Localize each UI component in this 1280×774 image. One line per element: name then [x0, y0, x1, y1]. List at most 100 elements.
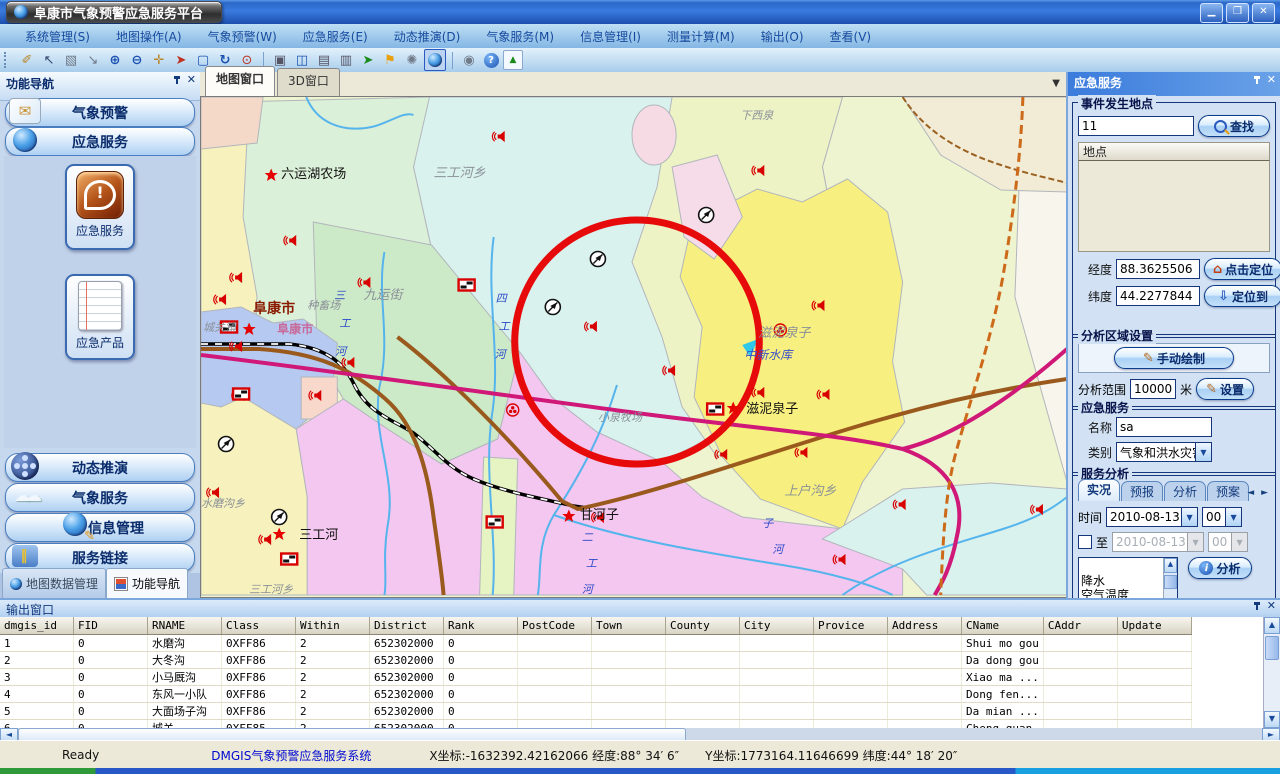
table-row[interactable]: 50大面场子沟0XFF8626523020000Da mian ...: [0, 703, 1191, 720]
nav-group-weather-service[interactable]: ☁☁ 气象服务: [5, 483, 195, 512]
column-header[interactable]: dmgis_id: [0, 617, 74, 635]
menu-item[interactable]: 气象服务(M): [473, 25, 567, 48]
table-row[interactable]: 40东风一小队0XFF8626523020000Dong fen...: [0, 686, 1191, 703]
tab-function-nav[interactable]: 功能导航: [106, 568, 188, 598]
globe-services-icon[interactable]: [424, 49, 446, 71]
date-from-dropdown[interactable]: 2010-08-13 ▼: [1106, 507, 1198, 527]
visibility-eye-icon[interactable]: ◉: [459, 50, 479, 70]
tab-analysis[interactable]: 分析: [1164, 481, 1206, 501]
nav-group-info-management[interactable]: 信息管理: [5, 513, 195, 542]
location-list-header[interactable]: 地点: [1078, 142, 1270, 161]
map-canvas[interactable]: 六运湖农场 三工河乡 下西泉 九运街 阜康市 城关镇 阜康市 种畜场 滋泥泉子 …: [200, 96, 1068, 598]
menu-item[interactable]: 输出(O): [748, 25, 817, 48]
table-row[interactable]: 10水磨沟0XFF8626523020000Shui mo gou: [0, 635, 1191, 652]
column-header[interactable]: FID: [74, 617, 148, 635]
factor-list[interactable]: ▲ 降水空气温度: [1078, 557, 1178, 603]
pan-select-icon[interactable]: ↘: [83, 50, 103, 70]
column-header[interactable]: CAddr: [1043, 617, 1117, 635]
measure-icon[interactable]: ✐: [17, 50, 37, 70]
pin-icon[interactable]: [173, 75, 181, 85]
location-search-input[interactable]: [1078, 116, 1194, 136]
location-list[interactable]: [1078, 161, 1270, 252]
close-icon[interactable]: ✕: [1267, 75, 1276, 85]
tab-plan[interactable]: 预案: [1207, 481, 1249, 501]
column-header[interactable]: District: [370, 617, 444, 635]
help-icon[interactable]: ?: [481, 50, 501, 70]
set-range-button[interactable]: ✎ 设置: [1196, 378, 1254, 400]
print-icon[interactable]: ▤: [314, 50, 334, 70]
longitude-input[interactable]: [1116, 259, 1200, 279]
close-button[interactable]: ✕: [1252, 3, 1275, 23]
close-icon[interactable]: ✕: [187, 75, 196, 85]
tab-forecast[interactable]: 预报: [1121, 481, 1163, 501]
map-image-icon[interactable]: ◫: [292, 50, 312, 70]
pan-icon[interactable]: ✛: [149, 50, 169, 70]
scrollbar-thumb[interactable]: [1265, 636, 1279, 660]
nav-group-emergency-service[interactable]: 应急服务: [5, 127, 195, 156]
menu-item[interactable]: 应急服务(E): [290, 25, 381, 48]
factor-list-scrollbar[interactable]: ▲: [1163, 558, 1177, 602]
service-name-input[interactable]: [1116, 417, 1212, 437]
tab-map-data-management[interactable]: 地图数据管理: [2, 568, 106, 598]
marquee-select-icon[interactable]: ▧: [61, 50, 81, 70]
table-row[interactable]: 60城关0XFF8526523020000Cheng guan: [0, 720, 1191, 729]
menu-item[interactable]: 动态推演(D): [381, 25, 474, 48]
tab-scroll-arrows[interactable]: ◄ ►: [1247, 488, 1270, 498]
chevron-down-icon[interactable]: ▼: [1052, 78, 1060, 89]
to-date-checkbox[interactable]: [1078, 535, 1092, 549]
print-preview-icon[interactable]: ▥: [336, 50, 356, 70]
layer-tree-icon[interactable]: ▲: [503, 50, 523, 70]
zoom-in-icon[interactable]: ⊕: [105, 50, 125, 70]
find-button[interactable]: 查找: [1198, 115, 1270, 137]
column-header[interactable]: Within: [296, 617, 370, 635]
identify-icon[interactable]: ➤: [358, 50, 378, 70]
manual-draw-button[interactable]: ✎ 手动绘制: [1114, 347, 1234, 369]
column-header[interactable]: Provice: [814, 617, 888, 635]
goto-location-button[interactable]: ⇩ 定位到: [1204, 285, 1280, 307]
column-header[interactable]: Address: [888, 617, 962, 635]
menu-item[interactable]: 查看(V): [817, 25, 885, 48]
pin-icon[interactable]: [1253, 601, 1261, 611]
analysis-range-input[interactable]: [1130, 379, 1176, 399]
chevron-down-icon[interactable]: ▼: [1195, 443, 1211, 461]
scroll-down-icon[interactable]: ▼: [1264, 711, 1280, 728]
nav-group-weather-warning[interactable]: ✉ 气象预警: [5, 98, 195, 127]
pin-icon[interactable]: [1253, 75, 1261, 85]
output-vscrollbar[interactable]: ▲ ▼: [1263, 617, 1280, 728]
analyze-button[interactable]: i 分析: [1188, 557, 1252, 579]
menu-item[interactable]: 测量计算(M): [654, 25, 748, 48]
tab-live[interactable]: 实况: [1078, 479, 1120, 501]
tab-map-window[interactable]: 地图窗口: [205, 66, 275, 96]
table-row[interactable]: 20大冬沟0XFF8626523020000Da dong gou: [0, 652, 1191, 669]
scrollbar-thumb[interactable]: [1164, 575, 1177, 589]
column-header[interactable]: Rank: [444, 617, 518, 635]
menu-item[interactable]: 信息管理(I): [567, 25, 654, 48]
minimize-button[interactable]: ▁: [1200, 3, 1223, 23]
toolbar-grip[interactable]: [4, 52, 11, 68]
scroll-up-icon[interactable]: ▲: [1264, 617, 1280, 634]
column-header[interactable]: County: [666, 617, 740, 635]
column-header[interactable]: Town: [592, 617, 666, 635]
close-icon[interactable]: ✕: [1267, 601, 1276, 611]
column-header[interactable]: City: [740, 617, 814, 635]
select-icon[interactable]: ↖: [39, 50, 59, 70]
column-header[interactable]: Class: [222, 617, 296, 635]
emergency-service-button[interactable]: ! 应急服务: [65, 164, 135, 250]
tab-3d-window[interactable]: 3D窗口: [277, 68, 340, 96]
settings-gear-icon[interactable]: ✺: [402, 50, 422, 70]
chevron-down-icon[interactable]: ▼: [1181, 508, 1197, 526]
column-header[interactable]: Update: [1117, 617, 1191, 635]
latitude-input[interactable]: [1116, 286, 1200, 306]
column-header[interactable]: RNAME: [148, 617, 222, 635]
service-type-dropdown[interactable]: 气象和洪水灾害 ▼: [1116, 442, 1212, 462]
zoom-out-icon[interactable]: ⊖: [127, 50, 147, 70]
nav-group-dynamic-deduction[interactable]: 动态推演: [5, 453, 195, 482]
pin-marker-icon[interactable]: ⚑: [380, 50, 400, 70]
menu-item[interactable]: 系统管理(S): [12, 25, 103, 48]
menu-item[interactable]: 地图操作(A): [103, 25, 195, 48]
chevron-down-icon[interactable]: ▼: [1225, 508, 1241, 526]
column-header[interactable]: PostCode: [518, 617, 592, 635]
emergency-product-button[interactable]: 应急产品: [65, 274, 135, 360]
hour-from-dropdown[interactable]: 00 ▼: [1202, 507, 1242, 527]
menu-item[interactable]: 气象预警(W): [195, 25, 290, 48]
